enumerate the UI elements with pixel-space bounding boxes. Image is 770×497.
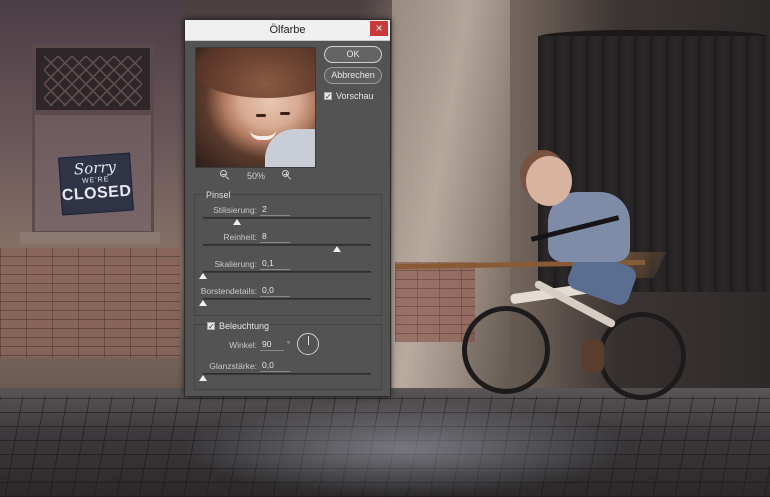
- window-sill: [20, 232, 160, 244]
- gloss-slider-track[interactable]: [203, 373, 371, 375]
- bristle-detail-slider-track[interactable]: [203, 298, 371, 300]
- brush-group-label: Pinsel: [206, 190, 231, 200]
- preview-hair: [196, 48, 315, 98]
- close-button[interactable]: ×: [370, 21, 388, 36]
- brick-wall-left: [0, 248, 180, 358]
- scale-input[interactable]: 0,1: [260, 258, 290, 270]
- scale-slider-thumb[interactable]: [199, 273, 207, 279]
- preview-image[interactable]: [195, 47, 316, 168]
- brick-wall-middle: [395, 262, 475, 342]
- angle-dial-needle: [308, 336, 309, 345]
- stylization-slider-thumb[interactable]: [232, 219, 241, 225]
- angle-input[interactable]: 90: [260, 339, 284, 351]
- stylization-label: Stilisierung:: [213, 205, 257, 215]
- window-bars: [44, 56, 142, 106]
- girl-boot: [582, 340, 604, 372]
- closed-sign: Sorry WE'RE CLOSED: [58, 152, 134, 216]
- bristle-detail-label: Borstendetails:: [200, 286, 257, 296]
- dialog-title: Ölfarbe: [269, 24, 306, 36]
- preview-checkbox-label[interactable]: Vorschau: [336, 91, 374, 101]
- lighting-group: [194, 324, 382, 390]
- cleanliness-input[interactable]: 8: [260, 231, 290, 243]
- ground-light: [180, 400, 630, 497]
- sign-line-3: CLOSED: [61, 182, 132, 205]
- cleanliness-label: Reinheit:: [223, 232, 257, 242]
- degree-symbol: °: [287, 340, 291, 349]
- angle-label: Winkel:: [229, 340, 257, 350]
- oil-paint-dialog: Ölfarbe × OK Abbrechen ✓ Vorschau 50% Pi…: [184, 19, 391, 397]
- lighting-checkbox[interactable]: ✓: [207, 322, 215, 331]
- cancel-button[interactable]: Abbrechen: [324, 67, 382, 84]
- stylization-slider-track[interactable]: [203, 217, 371, 219]
- bristle-detail-input[interactable]: 0,0: [260, 285, 290, 297]
- stylization-input[interactable]: 2: [260, 204, 290, 216]
- zoom-level: 50%: [247, 171, 266, 181]
- zoom-out-icon[interactable]: [220, 170, 230, 180]
- preview-eye-right: [280, 112, 290, 115]
- gloss-input[interactable]: 0,0: [260, 360, 290, 372]
- bike-back-wheel: [462, 306, 550, 394]
- dialog-titlebar[interactable]: Ölfarbe ×: [185, 20, 390, 41]
- scale-label: Skalierung:: [214, 259, 257, 269]
- cleanliness-slider-track[interactable]: [203, 244, 371, 246]
- gloss-slider-thumb[interactable]: [199, 375, 207, 381]
- preview-eye-left: [256, 114, 266, 117]
- lighting-checkbox-label[interactable]: Beleuchtung: [219, 321, 269, 331]
- gloss-label: Glanzstärke:: [209, 361, 257, 371]
- angle-dial-icon[interactable]: [297, 333, 319, 355]
- cleanliness-slider-thumb[interactable]: [333, 246, 342, 252]
- girl-head: [526, 156, 572, 206]
- close-icon: ×: [375, 21, 383, 35]
- zoom-in-icon[interactable]: [282, 170, 292, 180]
- bristle-detail-slider-thumb[interactable]: [199, 300, 207, 306]
- preview-checkbox[interactable]: ✓: [324, 92, 332, 101]
- scale-slider-track[interactable]: [203, 271, 371, 273]
- ok-button[interactable]: OK: [324, 46, 382, 63]
